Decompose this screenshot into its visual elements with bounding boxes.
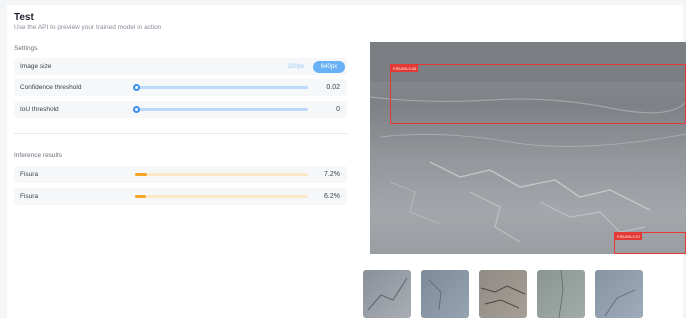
example-thumbnail[interactable] xyxy=(537,270,585,318)
example-thumbnail[interactable] xyxy=(595,270,643,318)
result-progress-fill xyxy=(135,173,148,176)
image-size-row: Image size 320px 640px xyxy=(14,58,347,75)
detection-box: FISURA 0.06 xyxy=(390,64,686,124)
crack-pattern-icon xyxy=(428,279,442,311)
image-size-label: Image size xyxy=(20,63,52,70)
preview-image: FISURA 0.06 FISURA 0.07 xyxy=(370,42,686,254)
inference-results-label: Inference results xyxy=(14,152,63,159)
result-progress-bar xyxy=(135,173,308,176)
example-thumbnail[interactable] xyxy=(479,270,527,318)
confidence-value: 0.02 xyxy=(326,84,340,91)
page-title: Test xyxy=(14,12,34,23)
example-thumbnail[interactable] xyxy=(421,270,469,318)
result-label: Fisura xyxy=(20,193,39,200)
confidence-slider-handle[interactable] xyxy=(133,84,140,91)
crack-pattern-icon xyxy=(558,270,564,318)
detection-box: FISURA 0.07 xyxy=(614,232,686,254)
result-progress-bar xyxy=(135,195,308,198)
page-subtitle: Use the API to preview your trained mode… xyxy=(14,24,162,31)
crack-pattern-icon xyxy=(367,277,408,311)
detection-label: FISURA 0.06 xyxy=(391,65,419,72)
example-thumbnail[interactable] xyxy=(363,270,411,318)
result-value: 7.2% xyxy=(324,171,340,178)
result-value: 6.2% xyxy=(324,193,340,200)
detection-label: FISURA 0.07 xyxy=(615,233,643,240)
crack-pattern-icon xyxy=(480,285,526,309)
size-320-button[interactable]: 320px xyxy=(281,61,311,73)
result-label: Fisura xyxy=(20,171,39,178)
iou-slider-handle[interactable] xyxy=(133,106,140,113)
size-640-button[interactable]: 640px xyxy=(313,61,345,73)
result-row: Fisura 7.2% xyxy=(14,166,347,183)
iou-label: IoU threshold xyxy=(20,106,59,113)
confidence-row: Confidence threshold 0.02 xyxy=(14,79,347,96)
crack-pattern-icon xyxy=(604,289,636,317)
result-row: Fisura 6.2% xyxy=(14,188,347,205)
confidence-label: Confidence threshold xyxy=(20,84,82,91)
iou-row: IoU threshold 0 xyxy=(14,101,347,118)
section-divider xyxy=(14,133,347,134)
iou-value: 0 xyxy=(336,106,340,113)
iou-slider[interactable] xyxy=(133,106,308,113)
confidence-slider[interactable] xyxy=(133,84,308,91)
result-progress-fill xyxy=(135,195,146,198)
settings-label: Settings xyxy=(14,45,38,52)
